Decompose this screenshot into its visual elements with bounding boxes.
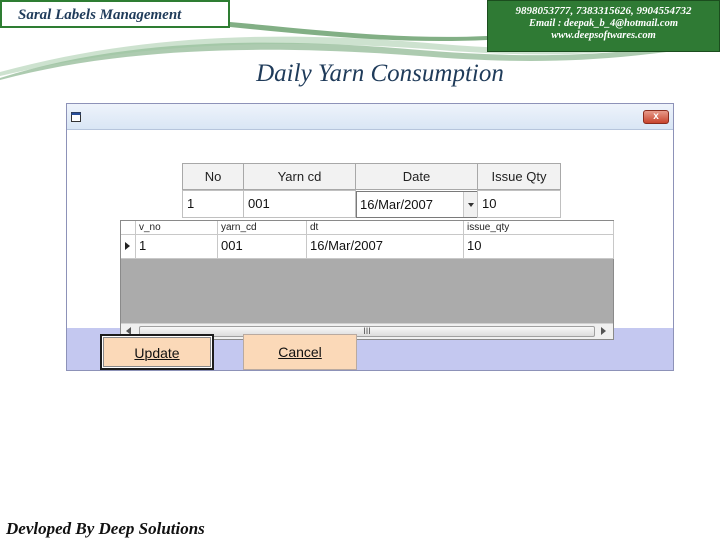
app-title-box: Saral Labels Management: [0, 0, 230, 28]
cancel-button-label: Cancel: [278, 344, 322, 360]
yarn-cd-input[interactable]: 001: [243, 190, 356, 218]
header-no: No: [182, 163, 244, 190]
grid-cell-dt[interactable]: 16/Mar/2007: [307, 235, 464, 259]
grid-col-dt[interactable]: dt: [307, 221, 464, 235]
grid-col-v-no[interactable]: v_no: [136, 221, 218, 235]
issue-qty-input[interactable]: 10: [477, 190, 561, 218]
window-body: No Yarn cd Date Issue Qty 1 001 16/Mar/2…: [67, 130, 673, 340]
grid-cell-issue-qty[interactable]: 10: [464, 235, 614, 259]
data-grid[interactable]: v_no yarn_cd dt issue_qty 1 001 16/Mar/2…: [120, 220, 614, 340]
grid-corner: [121, 221, 136, 235]
date-picker[interactable]: 16/Mar/2007: [356, 191, 478, 218]
header-date: Date: [355, 163, 478, 190]
header-yarn-cd: Yarn cd: [243, 163, 356, 190]
grid-col-yarn-cd[interactable]: yarn_cd: [218, 221, 307, 235]
window-icon: [71, 112, 81, 122]
footer-credit: Devloped By Deep Solutions: [6, 519, 205, 538]
app-title: Saral Labels Management: [18, 7, 182, 23]
grid-cell-v-no[interactable]: 1: [136, 235, 218, 259]
row-selector-icon[interactable]: [121, 235, 136, 259]
contact-box: 9898053777, 7383315626, 9904554732 Email…: [487, 0, 720, 52]
grid-cell-yarn-cd[interactable]: 001: [218, 235, 307, 259]
contact-email: Email : deepak_b_4@hotmail.com: [528, 18, 679, 29]
contact-website: www.deepsoftwares.com: [551, 30, 656, 41]
contact-phones: 9898053777, 7383315626, 9904554732: [515, 5, 692, 17]
close-button[interactable]: x: [643, 110, 669, 124]
no-input[interactable]: 1: [182, 190, 244, 218]
update-button-label: Update: [134, 345, 180, 361]
yarn-consumption-window: x No Yarn cd Date Issue Qty 1 001 16/Mar…: [66, 103, 674, 371]
date-dropdown-button[interactable]: [463, 192, 477, 217]
update-button[interactable]: Update: [100, 334, 214, 370]
window-titlebar[interactable]: x: [67, 104, 673, 130]
scroll-right-icon[interactable]: [601, 327, 606, 335]
cancel-button[interactable]: Cancel: [243, 334, 357, 370]
grid-col-issue-qty[interactable]: issue_qty: [464, 221, 614, 235]
date-value: 16/Mar/2007: [360, 197, 433, 212]
page-title: Daily Yarn Consumption: [256, 60, 504, 87]
header-issue-qty: Issue Qty: [477, 163, 561, 190]
